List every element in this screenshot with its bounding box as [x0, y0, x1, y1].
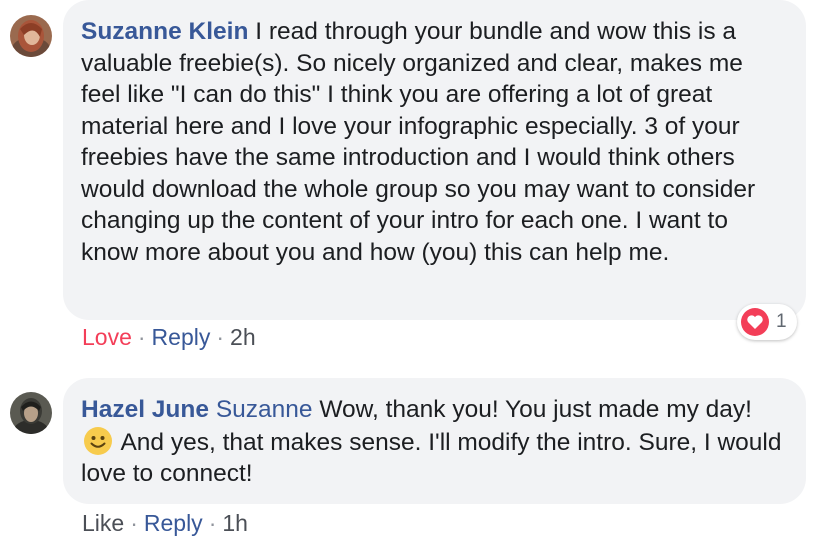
reply-button[interactable]: Reply [152, 324, 211, 350]
comment-bubble: Suzanne Klein I read through your bundle… [63, 0, 806, 320]
comment-body-part-1: Wow, thank you! You just made my day! [312, 396, 752, 423]
reaction-summary[interactable]: 1 [737, 304, 797, 340]
comment-bubble: Hazel June Suzanne Wow, thank you! You j… [63, 378, 806, 504]
avatar-photo-icon [10, 392, 52, 434]
separator: · [130, 510, 138, 536]
comment-text: Suzanne Klein I read through your bundle… [81, 16, 784, 268]
avatar[interactable] [10, 15, 52, 57]
comment-body-part-2: And yes, that makes sense. I'll modify t… [81, 428, 782, 488]
comment-actions: Love · Reply · 2h [82, 324, 256, 351]
author-name[interactable]: Suzanne Klein [81, 18, 248, 45]
timestamp[interactable]: 2h [230, 324, 256, 350]
author-name[interactable]: Hazel June [81, 396, 209, 423]
like-button[interactable]: Like [82, 510, 124, 536]
separator: · [208, 510, 217, 536]
separator: · [216, 324, 225, 350]
smiley-emoji-icon [84, 426, 112, 455]
timestamp[interactable]: 1h [222, 510, 248, 536]
heart-icon [741, 308, 769, 336]
comment-body: I read through your bundle and wow this … [81, 18, 756, 266]
comment-text: Hazel June Suzanne Wow, thank you! You j… [81, 394, 784, 490]
reaction-count: 1 [776, 311, 787, 332]
avatar-photo-icon [10, 15, 52, 57]
mention-link[interactable]: Suzanne [216, 396, 313, 423]
separator: · [137, 324, 146, 350]
love-button[interactable]: Love [82, 324, 132, 350]
reply-button[interactable]: Reply [144, 510, 203, 536]
avatar[interactable] [10, 392, 52, 434]
